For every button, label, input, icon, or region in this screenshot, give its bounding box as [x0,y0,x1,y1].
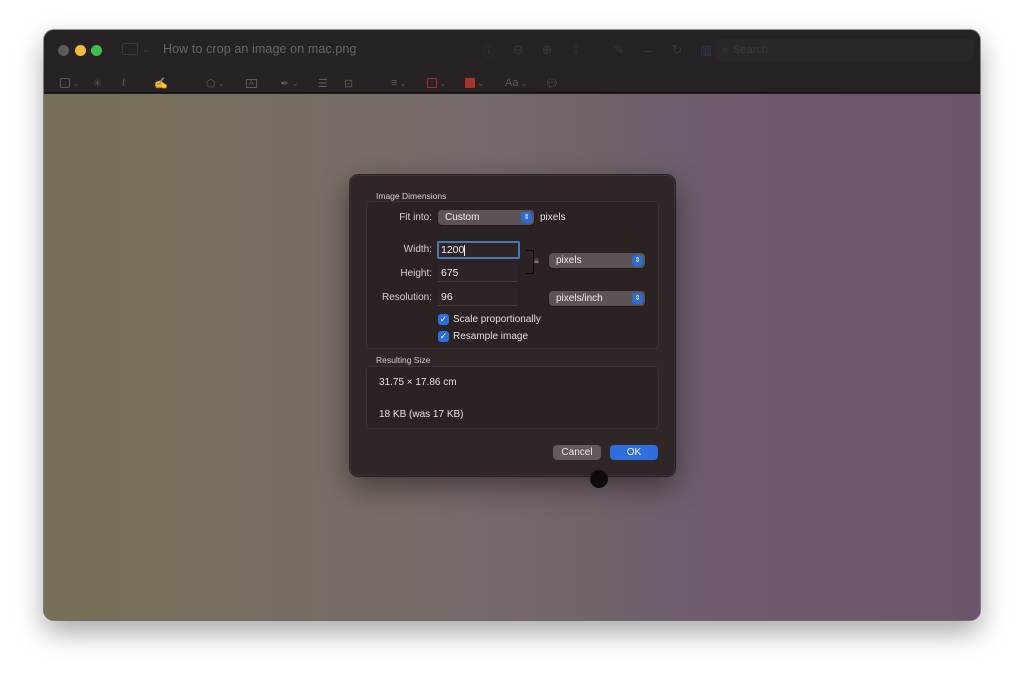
zoom-in-icon[interactable]: ⊕ [536,40,558,60]
fit-into-popup[interactable]: Custom ⇕ [438,210,534,225]
minus-icon[interactable]: – [637,40,659,60]
sketch-icon: ℓ [122,77,126,89]
sign-button[interactable]: ✒ ⌄ [280,74,299,92]
rotate-icon[interactable]: ↻ [666,40,688,60]
height-field[interactable]: 675 [438,265,518,282]
scale-proportionally-checkbox[interactable]: ✓ [438,314,449,325]
resolution-value: 96 [441,291,453,303]
draw-button[interactable]: ✍ [154,74,168,92]
chevron-down-icon: ⌄ [142,43,150,54]
height-label: Height: [400,268,432,279]
chevron-down-icon: ⌄ [439,77,447,88]
mouse-cursor [590,470,608,488]
shape-style-icon: ≡ [391,77,398,89]
draw-icon: ✍ [154,77,168,90]
share-icon[interactable]: ⇪ [565,40,587,60]
proportion-bracket [526,250,534,274]
sidebar-toggle-button[interactable]: ⌄ [122,43,150,55]
annotate-icon: 💬︎ [545,77,559,90]
instant-alpha-button[interactable]: ✳ [93,74,102,92]
resample-image-label[interactable]: Resample image [453,331,528,342]
text-box-icon: A [246,78,257,88]
width-label: Width: [403,244,432,255]
sign-icon: ✒ [280,77,290,90]
resulting-dimensions: 31.75 × 17.86 cm [379,377,457,388]
fit-into-unit: pixels [540,212,566,223]
maximize-window-button[interactable] [91,45,102,56]
fit-into-value: Custom [445,212,480,223]
window-title: How to crop an image on mac.png [163,42,357,56]
adjust-color-button[interactable]: ☰ [318,74,328,92]
search-field[interactable]: ⌕ Search [716,39,974,61]
popup-stepper-icon: ⇕ [632,255,643,266]
shapes-button[interactable]: ⬠ ⌄ [206,74,225,92]
popup-stepper-icon: ⇕ [521,212,532,223]
chevron-down-icon: ⌄ [477,77,485,88]
chevron-down-icon: ⌄ [217,77,226,88]
resolution-field[interactable]: 96 [438,289,518,306]
image-dimensions-heading: Image Dimensions [376,191,447,201]
annotate-button[interactable]: 💬︎ [545,74,559,92]
cancel-button[interactable]: Cancel [553,445,601,460]
checkmark-icon: ✓ [439,314,448,324]
markup-pen-icon[interactable]: ✎ [608,40,630,60]
popup-stepper-icon: ⇕ [632,293,643,304]
text-style-icon: Aa [505,77,519,89]
zoom-out-icon[interactable]: ⊖ [507,40,529,60]
sketch-button[interactable]: ℓ [122,74,126,92]
rectangular-selection-icon [60,78,70,88]
search-placeholder: Search [733,44,769,56]
fill-color-button[interactable]: ⌄ [465,74,485,92]
chevron-down-icon: ⌄ [520,77,529,88]
resample-image-checkbox[interactable]: ✓ [438,331,449,342]
height-value: 675 [441,267,459,279]
ok-button[interactable]: OK [610,445,658,460]
border-color-button[interactable]: ⌄ [427,74,447,92]
adjust-color-icon: ☰ [318,77,328,90]
text-style-button[interactable]: Aa ⌄ [505,74,528,92]
resulting-size-heading: Resulting Size [376,355,431,365]
rectangular-selection-button[interactable]: ⌄ [60,74,80,92]
scale-proportionally-label[interactable]: Scale proportionally [453,314,541,325]
minimize-window-button[interactable] [75,45,86,56]
chevron-down-icon: ⌄ [291,77,299,88]
resulting-file-size: 18 KB (was 17 KB) [379,409,464,420]
adjust-size-dialog: Image Dimensions Fit into: Custom ⇕ pixe… [350,175,675,476]
adjust-size-icon: ⊡ [344,77,354,90]
text-box-button[interactable]: A [246,74,257,92]
info-icon[interactable]: ⓘ [478,40,500,60]
size-unit-popup[interactable]: pixels ⇕ [549,253,645,268]
chevron-down-icon: ⌄ [399,77,407,88]
close-window-button[interactable] [58,45,69,56]
resolution-unit-value: pixels/inch [556,293,603,304]
text-caret [464,244,466,256]
size-unit-value: pixels [556,255,582,266]
fill-color-icon [465,78,475,88]
width-value: 1200 [441,244,465,256]
title-bar: ⌄ How to crop an image on mac.png ⓘ ⊖ ⊕ … [44,30,980,93]
adjust-size-button[interactable]: ⊡ [344,74,353,92]
fit-into-label: Fit into: [399,212,432,223]
chevron-down-icon: ⌄ [72,77,80,88]
sidebar-icon [122,43,138,55]
title-toolbar: ⓘ ⊖ ⊕ ⇪ ✎ – ↻ ▥ [478,40,724,60]
search-icon: ⌕ [722,43,729,56]
markup-toolbar-icon[interactable]: ▥ [695,40,717,60]
resolution-label: Resolution: [381,292,432,303]
width-field[interactable]: 1200 [437,241,520,259]
lock-icon[interactable]: 🔒︎ [534,255,539,266]
border-color-icon [427,78,437,88]
shape-style-button[interactable]: ≡ ⌄ [391,74,407,92]
instant-alpha-icon: ✳ [93,77,103,90]
resolution-unit-popup[interactable]: pixels/inch ⇕ [549,291,645,306]
checkmark-icon: ✓ [439,331,448,341]
shapes-icon: ⬠ [206,77,216,90]
